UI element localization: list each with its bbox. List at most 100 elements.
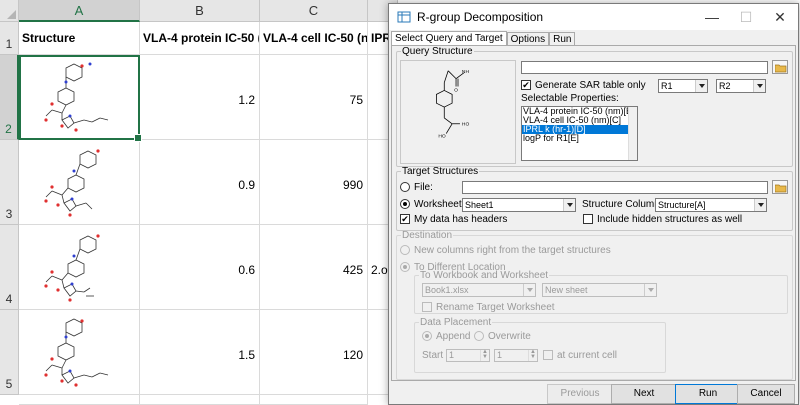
dialog-titlebar[interactable]: R-group Decomposition — ☐ ✕ xyxy=(389,4,798,30)
structure-column-value: Structure[A] xyxy=(658,200,706,210)
tab-options[interactable]: Options xyxy=(506,32,550,46)
different-location-radio[interactable] xyxy=(400,262,410,272)
append-radio[interactable] xyxy=(422,331,432,341)
header-cell-ic50[interactable]: VLA-4 cell IC-50 (nm) xyxy=(260,22,368,55)
dialog-tabs: Select Query and Target Options Run xyxy=(391,31,576,46)
start-label: Start xyxy=(422,350,444,361)
file-input[interactable] xyxy=(462,181,768,194)
select-all-corner[interactable] xyxy=(0,0,19,22)
workbook-select[interactable]: Book1.xlsx xyxy=(422,283,536,297)
list-item[interactable]: VLA-4 protein IC-50 (nm)[B] xyxy=(522,107,637,116)
protein-ic50-cell[interactable]: 1.5 xyxy=(140,310,260,395)
start-col-value: 1 xyxy=(497,350,503,360)
next-button[interactable]: Next xyxy=(611,384,677,404)
workbook-select-value: Book1.xlsx xyxy=(425,285,469,295)
run-button[interactable]: Run xyxy=(675,384,741,404)
chevron-down-icon xyxy=(695,80,707,92)
worksheet-select[interactable]: Sheet1 xyxy=(462,198,576,212)
app-icon xyxy=(397,11,411,23)
list-item[interactable]: VLA-4 cell IC-50 (nm)[C] xyxy=(522,116,637,125)
list-item[interactable]: logP for R1[E] xyxy=(522,134,637,143)
molecule-thumbnail xyxy=(44,318,109,387)
current-cell-checkbox[interactable] xyxy=(543,350,553,360)
empty-cell xyxy=(140,395,260,405)
start-col-stepper[interactable]: 1 ▲ ▼ xyxy=(494,349,538,362)
data-placement-legend: Data Placement xyxy=(420,317,492,328)
molecule-thumbnail xyxy=(44,62,109,132)
browse-file-button[interactable] xyxy=(772,180,788,194)
r1-select[interactable]: R1 xyxy=(658,79,708,93)
list-scrollbar[interactable] xyxy=(628,107,637,160)
cell-ic50-cell[interactable]: 425 xyxy=(260,225,368,310)
column-header-b[interactable]: B xyxy=(140,0,260,22)
workbook-worksheet-legend: To Workbook and Worksheet xyxy=(420,270,549,281)
rename-worksheet-checkbox[interactable] xyxy=(422,302,432,312)
worksheet-select-value: Sheet1 xyxy=(465,200,494,210)
dialog-title: R-group Decomposition xyxy=(417,10,544,24)
structure-column-select[interactable]: Structure[A] xyxy=(655,198,767,212)
minimize-button[interactable]: — xyxy=(695,4,729,30)
tab-pane: Query Structure NH O HO HO ✔ Generate SA… xyxy=(391,45,796,381)
spinner-arrows-icon[interactable]: ▲ ▼ xyxy=(480,349,489,361)
row-header-3[interactable]: 3 xyxy=(0,140,19,225)
r1-select-value: R1 xyxy=(661,81,673,91)
properties-list[interactable]: VLA-4 protein IC-50 (nm)[B] VLA-4 cell I… xyxy=(521,106,638,161)
worksheet-label: Worksheet: xyxy=(414,199,465,210)
query-molecule-drawing[interactable]: NH O HO HO xyxy=(400,60,516,164)
mol-nh-label: NH xyxy=(462,69,470,75)
overwrite-radio[interactable] xyxy=(474,331,484,341)
header-structure[interactable]: Structure xyxy=(19,22,140,55)
row-header-1[interactable]: 1 xyxy=(0,22,19,55)
protein-ic50-cell[interactable]: 0.6 xyxy=(140,225,260,310)
row-header-5[interactable]: 5 xyxy=(0,310,19,395)
row-header-2[interactable]: 2 xyxy=(0,55,19,140)
file-radio[interactable] xyxy=(400,182,410,192)
r2-select[interactable]: R2 xyxy=(716,79,766,93)
column-header-a[interactable]: A xyxy=(19,0,140,22)
chevron-down-icon xyxy=(523,284,535,296)
worksheet-radio[interactable] xyxy=(400,199,410,209)
sheet-select[interactable]: New sheet xyxy=(542,283,657,297)
empty-cell xyxy=(19,395,140,405)
cell-ic50-cell[interactable]: 990 xyxy=(260,140,368,225)
start-row-value: 1 xyxy=(449,350,455,360)
chevron-down-icon xyxy=(753,80,765,92)
destination-legend: Destination xyxy=(402,230,453,241)
protein-ic50-cell[interactable]: 1.2 xyxy=(140,55,260,140)
list-item-selected[interactable]: IPRL k (hr-1)[D] xyxy=(522,125,637,134)
mol-ho-label: HO xyxy=(462,122,470,128)
new-columns-radio[interactable] xyxy=(400,245,410,255)
folder-icon xyxy=(775,184,787,193)
protein-ic50-cell[interactable]: 0.9 xyxy=(140,140,260,225)
include-hidden-checkbox[interactable] xyxy=(583,214,593,224)
cell-ic50-cell[interactable]: 75 xyxy=(260,55,368,140)
previous-button[interactable]: Previous xyxy=(547,384,613,404)
cancel-button[interactable]: Cancel xyxy=(737,384,795,404)
tab-select-query[interactable]: Select Query and Target xyxy=(391,31,507,46)
current-cell-label: at current cell xyxy=(557,350,618,361)
start-row-stepper[interactable]: 1 ▲ ▼ xyxy=(446,349,490,362)
append-label: Append xyxy=(436,331,471,342)
column-header-c[interactable]: C xyxy=(260,0,368,22)
cell-ic50-cell[interactable]: 120 xyxy=(260,310,368,395)
spinner-arrows-icon[interactable]: ▲ ▼ xyxy=(528,349,537,361)
generate-sar-checkbox[interactable]: ✔ xyxy=(521,80,531,90)
chevron-down-icon xyxy=(563,199,575,211)
new-columns-label: New columns right from the target struct… xyxy=(414,245,611,256)
row-header-4[interactable]: 4 xyxy=(0,225,19,310)
has-headers-label: My data has headers xyxy=(414,214,508,225)
file-label: File: xyxy=(414,182,433,193)
sheet-select-value: New sheet xyxy=(545,285,588,295)
header-protein-ic50[interactable]: VLA-4 protein IC-50 (nm) xyxy=(140,22,260,55)
close-button[interactable]: ✕ xyxy=(763,4,797,30)
rgroup-dialog: R-group Decomposition — ☐ ✕ Select Query… xyxy=(388,3,799,405)
empty-cell xyxy=(260,395,368,405)
query-structure-legend: Query Structure xyxy=(402,46,473,57)
browse-query-button[interactable] xyxy=(772,60,788,74)
query-input[interactable] xyxy=(521,61,768,74)
selectable-properties-label: Selectable Properties: xyxy=(521,93,619,104)
maximize-button[interactable]: ☐ xyxy=(729,4,763,30)
tab-run[interactable]: Run xyxy=(549,32,576,46)
has-headers-checkbox[interactable]: ✔ xyxy=(400,214,410,224)
r2-select-value: R2 xyxy=(719,81,731,91)
